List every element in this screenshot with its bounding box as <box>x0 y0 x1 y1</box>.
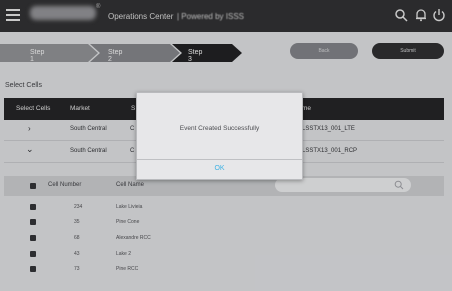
success-dialog: Event Created Successfully OK <box>136 92 303 180</box>
dialog-divider <box>137 159 302 160</box>
ok-button[interactable]: OK <box>137 161 302 177</box>
dialog-message: Event Created Successfully <box>179 125 260 132</box>
